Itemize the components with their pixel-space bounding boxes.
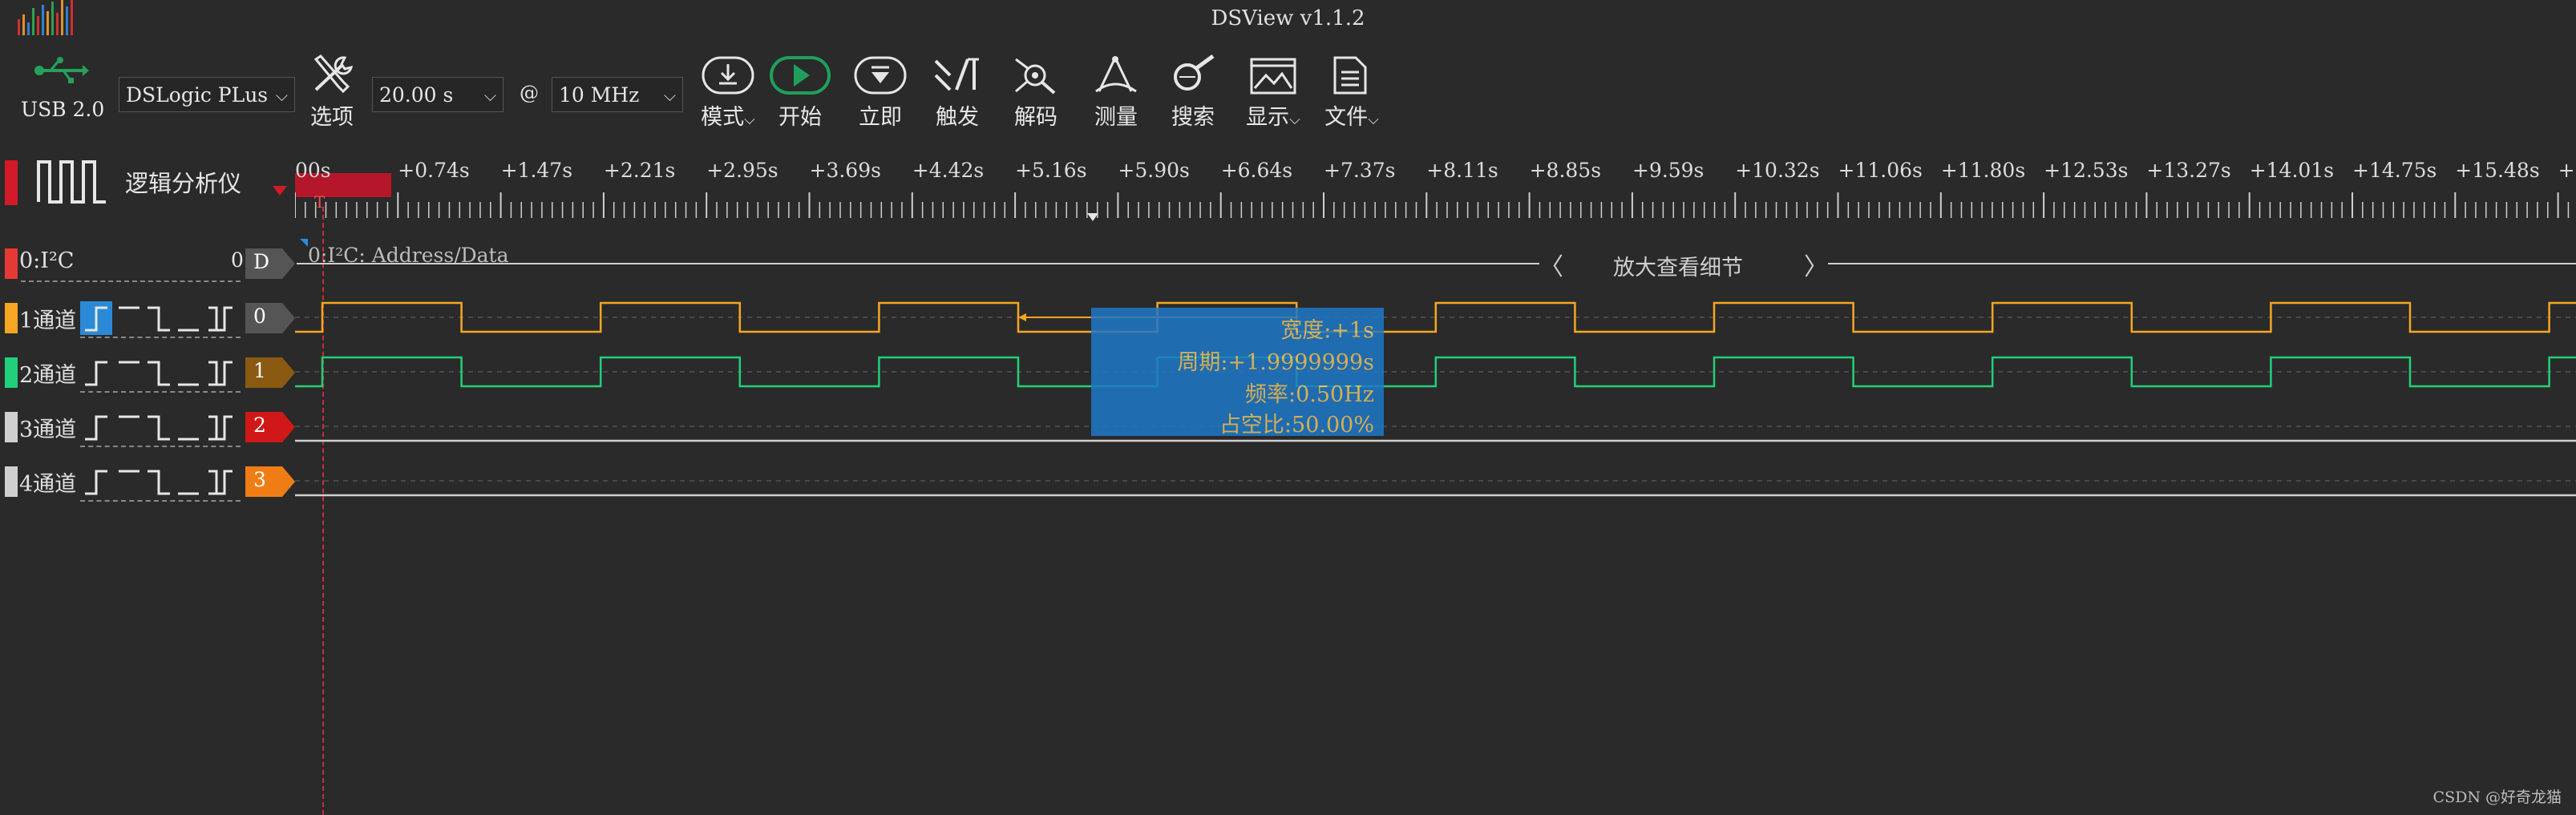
measure-duty: 占空比:50.00% (1219, 413, 1374, 438)
watermark: CSDN @好奇龙猫 (2432, 789, 2562, 806)
measure-popup[interactable]: 宽度:+1s 周期:+1.9999999s 频率:0.50Hz 占空比:50.0… (1091, 308, 1384, 438)
channel-waveform (295, 301, 2576, 333)
measure-width: 宽度:+1s (1280, 318, 1374, 343)
measure-frequency: 频率:0.50Hz (1245, 382, 1374, 407)
measure-period: 周期:+1.9999999s (1177, 350, 1374, 375)
channel-waveform (295, 356, 2576, 388)
arrow-left-icon (1018, 313, 1026, 321)
